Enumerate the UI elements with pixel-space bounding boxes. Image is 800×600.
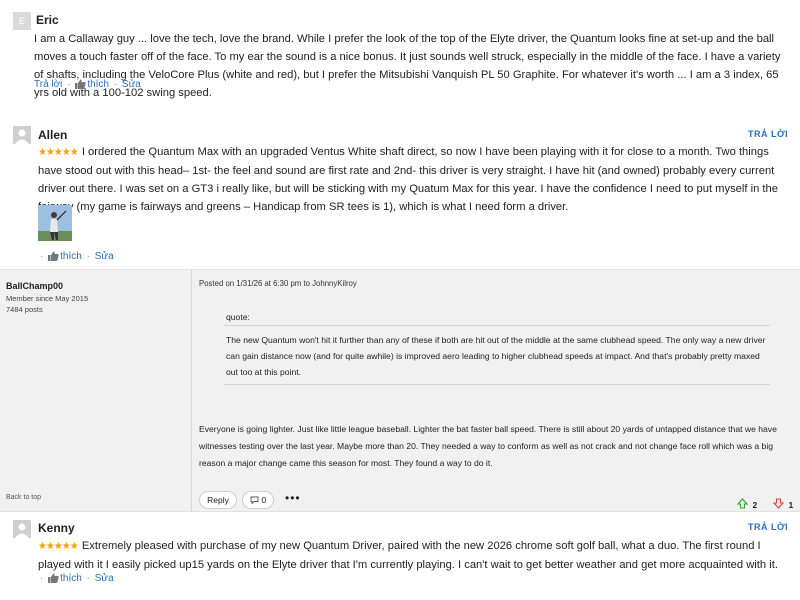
quote-label: quote: — [226, 312, 250, 322]
upvote[interactable]: 2 — [736, 495, 758, 513]
avatar — [13, 520, 31, 538]
divider — [191, 270, 192, 511]
comment-body: Extremely pleased with purchase of my ne… — [38, 540, 778, 571]
comment-author: Kenny — [38, 521, 75, 535]
thumbs-up-icon[interactable] — [75, 79, 86, 92]
quote-box: The new Quantum won't hit it further tha… — [224, 325, 770, 385]
avatar: E — [13, 12, 31, 30]
comment-count: 0 — [261, 495, 267, 505]
comment-text: ★★★★★ I ordered the Quantum Max with an u… — [38, 143, 790, 216]
up-arrow-icon — [736, 498, 749, 509]
golfer-photo-icon — [38, 205, 72, 241]
comment-body: I ordered the Quantum Max with an upgrad… — [38, 146, 778, 213]
avatar-letter: E — [18, 16, 25, 26]
reply-button[interactable]: Trả lời — [748, 522, 788, 532]
down-arrow-icon — [772, 498, 785, 509]
downvote-count: 1 — [788, 500, 794, 510]
comment-actions: Trả lời · thích · Sửa — [34, 79, 141, 92]
reply-button[interactable]: Trả lời — [748, 129, 788, 139]
attached-photo[interactable] — [38, 205, 72, 241]
comment-author: Eric — [36, 13, 59, 27]
post-count: 7484 posts — [6, 305, 43, 314]
reply-button[interactable]: Reply — [199, 491, 237, 509]
forum-username[interactable]: BallChamp00 — [6, 281, 63, 291]
forum-post: BallChamp00 Member since May 2015 7484 p… — [0, 269, 800, 512]
person-icon — [15, 129, 29, 144]
like-link[interactable]: thích — [87, 79, 109, 90]
edit-link[interactable]: Sửa — [95, 573, 114, 584]
comment-text: ★★★★★ Extremely pleased with purchase of … — [38, 537, 790, 574]
quote-text: The new Quantum won't hit it further tha… — [226, 335, 766, 377]
comment-actions: · thích · Sửa — [40, 573, 114, 586]
comment-button[interactable]: 0 — [242, 491, 274, 509]
edit-link[interactable]: Sửa — [122, 79, 141, 90]
avatar — [13, 126, 31, 144]
rating-stars: ★★★★★ — [38, 147, 79, 158]
downvote[interactable]: 1 — [772, 495, 794, 513]
comment-author: Allen — [38, 128, 68, 142]
thumbs-up-icon[interactable] — [48, 251, 59, 264]
comment-actions: · thích · Sửa — [40, 251, 114, 264]
person-icon — [15, 523, 29, 538]
thumbs-up-icon[interactable] — [48, 573, 59, 586]
post-body: Everyone is going lighter. Just like lit… — [199, 424, 777, 468]
rating-stars: ★★★★★ — [38, 541, 79, 552]
back-to-top-link[interactable]: Back to top — [6, 494, 41, 501]
like-link[interactable]: thích — [60, 573, 82, 584]
reply-link[interactable]: Trả lời — [34, 79, 62, 90]
more-icon[interactable]: ••• — [285, 491, 301, 505]
edit-link[interactable]: Sửa — [95, 251, 114, 262]
comment-bubble-icon — [250, 496, 259, 505]
member-since: Member since May 2015 — [6, 294, 89, 303]
comment-text: I am a Callaway guy ... love the tech, l… — [34, 33, 781, 99]
posted-info: Posted on 1/31/26 at 6:30 pm to JohnnyKi… — [199, 279, 357, 288]
upvote-count: 2 — [752, 500, 758, 510]
like-link[interactable]: thích — [60, 251, 82, 262]
